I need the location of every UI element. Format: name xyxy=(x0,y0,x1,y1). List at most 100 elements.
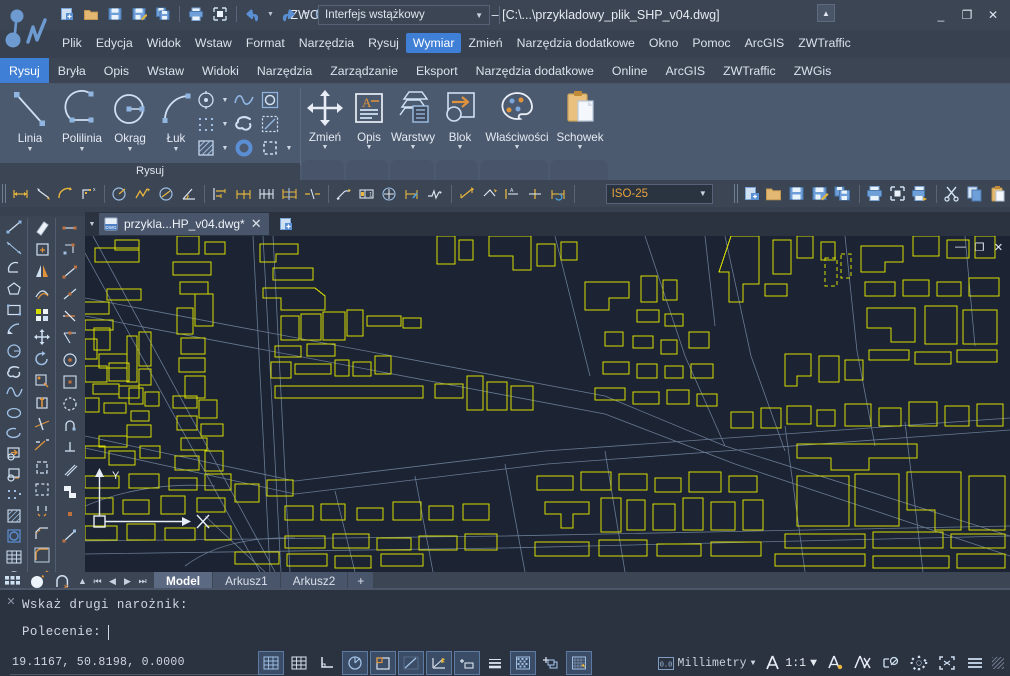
revision-cloud-icon[interactable] xyxy=(1,361,26,382)
leader-icon[interactable] xyxy=(333,182,356,205)
ribbon-tab-narz-dzia[interactable]: Narzędzia xyxy=(248,58,321,83)
minimize-drawing-button[interactable]: — xyxy=(953,240,968,254)
ribbon-tab-zarz-dzanie[interactable]: Zarządzanie xyxy=(321,58,407,83)
lineweight-toggle[interactable] xyxy=(482,651,508,675)
dim-jog-line-icon[interactable] xyxy=(424,182,447,205)
dim-ordinate-icon[interactable]: x xyxy=(77,182,100,205)
chevron-down-icon[interactable]: ▼ xyxy=(219,88,231,112)
selection-cycling-toggle[interactable] xyxy=(538,651,564,675)
ribbon-button-linia[interactable]: Linia ▼ xyxy=(4,86,56,153)
dim-linear-icon[interactable] xyxy=(9,182,32,205)
hatch-icon[interactable] xyxy=(1,506,26,527)
tangent-snap-icon[interactable] xyxy=(57,371,82,393)
menu-item-format[interactable]: Format xyxy=(239,33,292,53)
snap-mode-toggle[interactable] xyxy=(258,651,284,675)
parallel-snap-icon[interactable] xyxy=(57,415,82,437)
ribbon-tab-eksport[interactable]: Eksport xyxy=(407,58,467,83)
annotation-scale-add-icon[interactable] xyxy=(822,651,848,675)
arc-icon[interactable] xyxy=(1,320,26,341)
hardware-accel-icon[interactable] xyxy=(878,651,904,675)
chevron-down-icon[interactable]: ▼ xyxy=(27,146,34,153)
cut-icon[interactable] xyxy=(941,182,964,205)
open-icon[interactable] xyxy=(80,3,102,25)
toolbar-grip[interactable] xyxy=(2,184,7,203)
chevron-down-icon[interactable]: ▼ xyxy=(283,136,295,160)
polar-tracking-toggle[interactable] xyxy=(342,651,368,675)
stretch-icon[interactable] xyxy=(29,392,54,414)
redo-icon[interactable] xyxy=(277,3,299,25)
menu-item-wstaw[interactable]: Wstaw xyxy=(188,33,239,53)
plot-icon[interactable] xyxy=(909,182,932,205)
offset-icon[interactable] xyxy=(29,282,54,304)
workspace-switch-icon[interactable] xyxy=(850,651,876,675)
boundary-icon[interactable] xyxy=(257,136,283,160)
center-mark-icon[interactable] xyxy=(378,182,401,205)
print-icon[interactable] xyxy=(185,3,207,25)
chevron-down-icon[interactable]: ▼ xyxy=(810,657,817,670)
break-at-point-icon[interactable] xyxy=(29,457,54,479)
ribbon-tab-zwgis[interactable]: ZWGis xyxy=(785,58,841,83)
document-tab-przykladowy[interactable]: DWG przykla...HP_v04.dwg* ✕ xyxy=(99,213,269,235)
osnap-settings-icon[interactable] xyxy=(57,525,82,547)
dim-jogged-icon[interactable] xyxy=(132,182,155,205)
menu-item-widok[interactable]: Widok xyxy=(140,33,188,53)
chevron-down-icon[interactable]: ▼ xyxy=(127,146,134,153)
divide-icon[interactable] xyxy=(193,112,219,136)
command-input-row[interactable]: Polecenie: xyxy=(22,619,1002,645)
ribbon-tab-online[interactable]: Online xyxy=(603,58,657,83)
menu-item-edycja[interactable]: Edycja xyxy=(89,33,140,53)
chevron-down-icon[interactable]: ▼ xyxy=(410,144,417,151)
print-icon[interactable] xyxy=(864,182,887,205)
hatch-icon[interactable] xyxy=(193,136,219,160)
scale-icon[interactable] xyxy=(29,370,54,392)
dim-center-justify-icon[interactable] xyxy=(524,182,547,205)
dim-space-icon[interactable] xyxy=(278,182,301,205)
menu-item-plik[interactable]: Plik xyxy=(55,33,89,53)
spline-icon[interactable] xyxy=(1,382,26,403)
open-icon[interactable] xyxy=(763,182,786,205)
menu-item-zmie-[interactable]: Zmień xyxy=(461,33,509,53)
menu-item-rysuj[interactable]: Rysuj xyxy=(361,33,406,53)
ribbon-tab-wstaw[interactable]: Wstaw xyxy=(138,58,193,83)
copy-icon[interactable] xyxy=(964,182,987,205)
save-all-icon[interactable] xyxy=(152,3,174,25)
interface-selector-combo[interactable]: Interfejs wstążkowy ▼ xyxy=(318,5,490,25)
extension-snap-icon[interactable] xyxy=(57,305,82,327)
ortho-mode-toggle[interactable] xyxy=(314,651,340,675)
save-icon[interactable] xyxy=(104,3,126,25)
ribbon-tab-arcgis[interactable]: ArcGIS xyxy=(656,58,714,83)
new-icon[interactable] xyxy=(56,3,78,25)
erase-icon[interactable] xyxy=(29,217,54,239)
chevron-down-icon[interactable]: ▼ xyxy=(79,146,86,153)
chevron-down-icon[interactable]: ▼ xyxy=(751,659,756,668)
ribbon-button-polilinia[interactable]: Polilinia ▼ xyxy=(56,86,108,153)
save-all-icon[interactable] xyxy=(832,182,855,205)
center-snap-icon[interactable] xyxy=(57,327,82,349)
polyline-icon[interactable] xyxy=(1,258,26,279)
dim-aligned-icon[interactable] xyxy=(32,182,55,205)
quadrant-snap-icon[interactable] xyxy=(57,349,82,371)
ribbon-panel-blok[interactable]: Blok ▼ xyxy=(435,86,485,151)
move-icon[interactable] xyxy=(29,326,54,348)
dim-inspect-icon[interactable] xyxy=(401,182,424,205)
undo-icon[interactable] xyxy=(242,3,264,25)
chevron-down-icon[interactable]: ▼ xyxy=(514,144,521,151)
tolerance-icon[interactable]: 1 xyxy=(355,182,378,205)
line-icon[interactable] xyxy=(1,217,26,238)
save-as-icon[interactable] xyxy=(128,3,150,25)
circle-icon[interactable] xyxy=(1,341,26,362)
close-button[interactable]: ✕ xyxy=(980,4,1006,26)
menu-item-narz-dzia-dodatkowe[interactable]: Narzędzia dodatkowe xyxy=(510,33,642,53)
undo-dropdown-icon[interactable]: ▼ xyxy=(266,4,275,24)
dim-radius-icon[interactable] xyxy=(109,182,132,205)
ribbon-panel-opis[interactable]: A Opis ▼ xyxy=(344,86,394,151)
table-icon[interactable] xyxy=(1,547,26,568)
toolbar-grip[interactable] xyxy=(733,184,739,203)
menu-item-pomoc[interactable]: Pomoc xyxy=(685,33,737,53)
rotate-icon[interactable] xyxy=(29,348,54,370)
donut-icon[interactable] xyxy=(231,136,257,160)
mirror-icon[interactable] xyxy=(29,261,54,283)
grid-display-toggle[interactable] xyxy=(286,651,312,675)
new-drawing-icon[interactable] xyxy=(275,213,297,235)
drawing-canvas[interactable]: Y — ❐ ✕ xyxy=(85,236,1010,572)
